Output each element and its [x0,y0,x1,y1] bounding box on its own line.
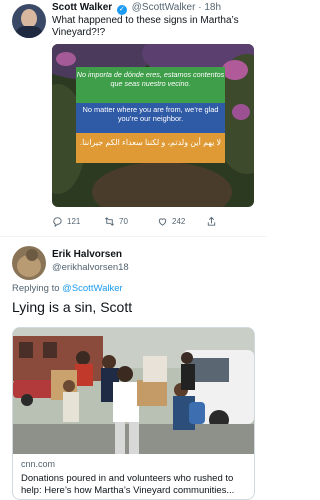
author-handle[interactable]: @erikhalvorsen18 [52,262,129,273]
separator-dot: · [198,2,202,13]
reply-count: 121 [67,217,81,226]
like-icon [158,218,167,226]
pink-flowers [222,60,248,80]
tweet-photo[interactable]: No importa de dónde eres, estamos conten… [52,44,254,207]
share-button[interactable] [206,216,217,227]
tweet-text: What happened to these signs in Martha’s… [52,15,239,38]
avatar[interactable] [12,4,46,38]
original-tweet[interactable]: Scott Walker ✓ @ScottWalker · 18h What h… [0,0,267,236]
sign-english: No matter where you are from, we’re glad… [76,103,225,133]
avatar[interactable] [12,246,46,280]
tweet-actions: 121 70 242 [52,216,257,230]
tweet-time[interactable]: 18h [204,2,221,13]
sign-arabic: لا يهم أين ولدتم، و لكننا سعداء الكم جير… [76,133,225,163]
author-name[interactable]: Erik Halvorsen [52,249,122,260]
divider [0,236,267,237]
like-count: 242 [172,217,186,226]
avatar-suit [15,26,43,38]
replying-to: Replying to @ScottWalker [12,283,123,294]
link-card[interactable]: cnn.com Donations poured in and voluntee… [12,327,255,500]
author-name[interactable]: Scott Walker [52,2,112,13]
retweet-count: 70 [119,217,128,226]
card-image [13,328,254,454]
tweet-header: Scott Walker ✓ @ScottWalker · 18h [52,2,221,15]
avatar-shape [26,249,38,261]
author-handle[interactable]: @ScottWalker [132,2,196,13]
replying-to-link[interactable]: @ScottWalker [62,283,123,294]
reply-button[interactable]: 121 [52,216,80,227]
reply-text: Lying is a sin, Scott [12,299,133,315]
reply-icon [53,217,62,227]
share-icon [207,216,216,226]
pink-flowers [56,52,76,66]
card-title: Donations poured in and volunteers who r… [21,473,235,496]
verified-badge-icon: ✓ [116,5,127,15]
replying-label: Replying to [12,283,60,294]
retweet-icon [105,217,114,226]
sign-spanish: No importa de dónde eres, estamos conten… [76,67,225,103]
flower-bush [92,162,232,207]
like-button[interactable]: 242 [157,216,185,227]
pink-flowers [232,104,250,120]
retweet-button[interactable]: 70 [104,216,128,227]
card-photo-illustration [13,328,254,454]
card-domain: cnn.com [21,459,56,469]
